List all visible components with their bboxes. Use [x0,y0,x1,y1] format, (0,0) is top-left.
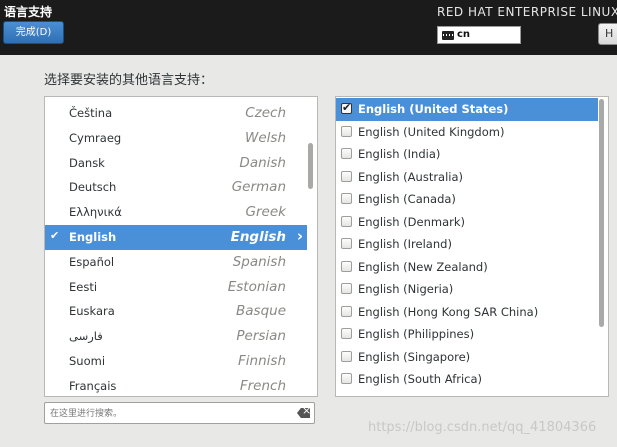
language-search-input[interactable] [50,406,290,421]
language-prompt: 选择要安装的其他语言支持： [44,73,214,88]
language-english-name: Czech [245,105,286,121]
locale-label: English (Philippines) [358,327,475,341]
product-name: RED HAT ENTERPRISE LINUX 7.2 [437,5,617,19]
language-native-name: Euskara [69,304,115,319]
locale-checkbox[interactable] [341,101,352,114]
done-button[interactable]: 完成(D) [3,21,64,44]
language-search-box [44,402,315,424]
locale-row[interactable]: English (India) [336,143,598,166]
checkmark-icon: ✔ [50,229,60,242]
language-row[interactable]: Dansk Danish [45,151,307,176]
watermark: https://blog.csdn.net/qq_41804366 [368,420,597,435]
locale-row[interactable]: English (Philippines) [336,323,598,346]
keyboard-layout-value: cn [457,29,471,40]
language-english-name: Welsh [245,129,286,146]
top-header: 语言支持 完成(D) RED HAT ENTERPRISE LINUX 7.2 … [0,0,617,55]
language-native-name: فارسی [69,329,103,344]
locale-checkbox[interactable] [341,193,352,204]
locale-label: English (Canada) [358,192,456,206]
locale-label: English (New Zealand) [358,259,488,274]
locale-label: English (Nigeria) [358,282,454,296]
locale-checkbox[interactable] [341,328,352,339]
locale-row[interactable]: English (United Kingdom) [336,121,598,144]
locale-checkbox[interactable] [341,373,352,384]
locale-row[interactable]: English (Nigeria) [336,278,598,301]
locale-row[interactable]: English (United States) [336,98,598,121]
language-list: Čeština Czech Cymraeg Welsh Dansk Danish Deuts… [44,96,318,397]
locale-label: English (United Kingdom) [358,124,505,139]
locale-row[interactable]: English (South Africa) [336,368,598,391]
language-row[interactable]: Euskara Basque [45,299,307,324]
language-row[interactable]: ✔ English English › [45,225,307,250]
locale-label: English (South Africa) [358,372,483,386]
language-row[interactable]: Español Spanish [45,250,307,275]
language-english-name: Finnish [238,353,286,369]
language-row[interactable]: Ελληνικά Greek [45,200,307,225]
locale-checkbox[interactable] [341,215,352,227]
language-list-scrollbar[interactable] [308,143,313,189]
language-native-name: Français [69,378,117,393]
language-row[interactable]: Français French [45,374,307,396]
help-button[interactable]: H [598,23,617,45]
language-native-name: Suomi [69,354,106,368]
language-row[interactable]: فارسی Persian [45,324,307,349]
locale-label: English (Denmark) [358,214,466,229]
language-english-name: Greek [245,204,286,221]
language-native-name: Deutsch [69,180,117,195]
language-native-name: English [69,230,117,244]
chevron-right-icon: › [296,227,303,245]
language-row[interactable]: Deutsch German [45,175,307,200]
locale-row[interactable]: English (Ireland) [336,233,598,256]
locale-checkbox[interactable] [341,170,352,182]
spoke-title: 语言支持 [4,5,53,19]
language-native-name: Cymraeg [69,130,122,145]
locale-checkbox[interactable] [341,350,352,362]
language-english-name: Persian [236,328,286,345]
language-native-name: Eesti [69,279,98,294]
locale-row[interactable]: English (New Zealand) [336,256,598,279]
locale-row[interactable]: English (Canada) [336,188,598,211]
locale-label: English (India) [358,147,441,161]
locale-row[interactable]: English (Australia) [336,166,598,189]
locale-row[interactable]: English (Denmark) [336,211,598,234]
language-row[interactable]: Eesti Estonian [45,275,307,300]
locale-label: English (Australia) [358,169,464,184]
language-row[interactable]: Suomi Finnish [45,349,307,374]
language-row[interactable]: Cymraeg Welsh [45,126,307,151]
locale-label: English (Singapore) [358,349,471,364]
language-english-name: Danish [239,154,286,171]
language-native-name: Čeština [69,106,113,120]
language-english-name: Estonian [227,278,286,295]
language-english-name: English [230,229,286,245]
language-native-name: Español [69,254,115,269]
keyboard-layout-indicator[interactable]: cn [437,26,521,44]
locale-row[interactable]: English (Singapore) [336,346,598,369]
locale-checkbox[interactable] [341,238,352,249]
language-english-name: French [239,377,286,394]
locale-checkbox[interactable] [341,283,352,294]
clear-search-icon[interactable] [297,408,310,418]
language-native-name: Ελληνικά [69,205,122,220]
locale-label: English (Hong Kong SAR China) [358,304,539,319]
locale-label: English (Ireland) [358,237,452,251]
language-english-name: German [231,179,286,196]
locale-list: English (United States) English (United K… [335,96,609,397]
locale-checkbox[interactable] [341,125,352,137]
keyboard-icon [442,31,454,40]
language-row[interactable]: Čeština Czech [45,101,307,126]
locale-label: English (United States) [358,102,509,116]
locale-checkbox[interactable] [341,260,352,272]
locale-row[interactable]: English (Hong Kong SAR China) [336,301,598,324]
locale-list-scrollbar[interactable] [599,99,604,327]
language-english-name: Spanish [232,253,286,270]
locale-checkbox[interactable] [341,148,352,159]
language-english-name: Basque [236,303,286,320]
locale-checkbox[interactable] [341,305,352,317]
language-native-name: Dansk [69,155,105,170]
